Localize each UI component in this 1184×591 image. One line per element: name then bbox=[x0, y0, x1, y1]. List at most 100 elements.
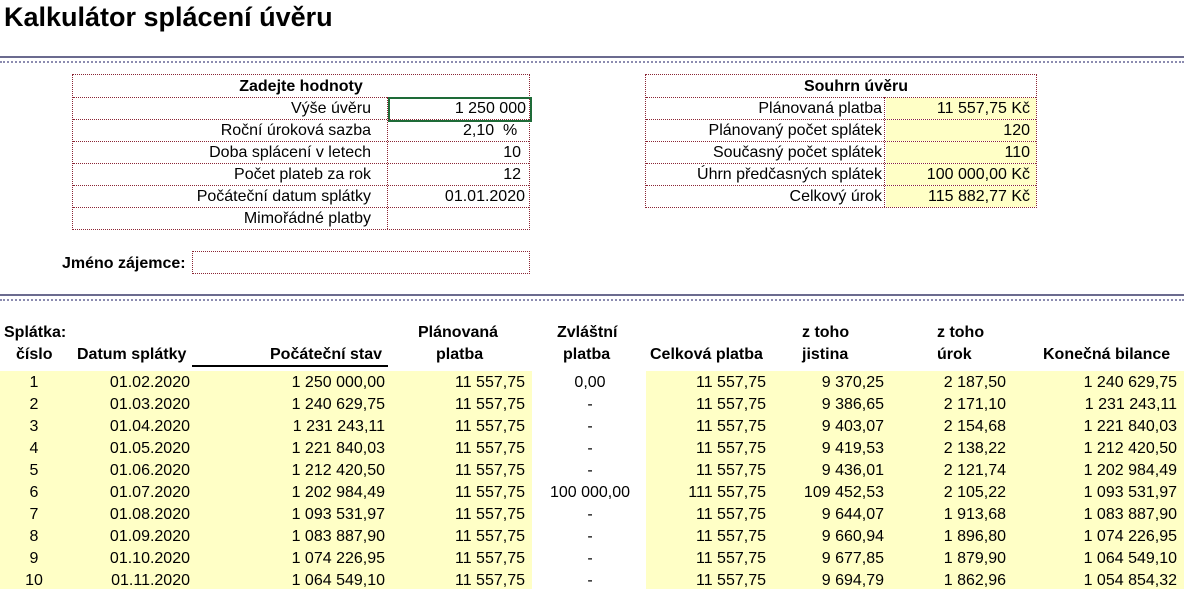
header-underline bbox=[192, 365, 388, 367]
cell-start: 1 221 840,03 bbox=[291, 440, 385, 457]
cell-principal: 9 644,07 bbox=[821, 506, 884, 523]
cell-num: 2 bbox=[29, 396, 39, 413]
cell-principal: 9 694,79 bbox=[821, 572, 884, 589]
cell-interest: 1 862,96 bbox=[943, 572, 1006, 589]
input-label: Roční úroková sazba bbox=[220, 122, 371, 139]
cell-end: 1 212 420,50 bbox=[1083, 440, 1177, 457]
col-header-num-bottom: číslo bbox=[16, 346, 53, 363]
cell-extra: - bbox=[587, 572, 593, 589]
col-header-interest-top: z toho bbox=[937, 324, 985, 341]
cell-interest: 2 105,22 bbox=[943, 484, 1006, 501]
cell-start: 1 074 226,95 bbox=[291, 550, 385, 567]
cell-num: 1 bbox=[29, 374, 39, 391]
summary-label: Současný počet splátek bbox=[713, 144, 882, 161]
input-row-extra: Mimořádné platby bbox=[73, 207, 529, 229]
table-row: 2 01.03.2020 1 240 629,75 11 557,75 - 11 557,… bbox=[0, 393, 1184, 415]
cell-total: 111 557,75 bbox=[688, 484, 766, 501]
cell-date: 01.06.2020 bbox=[109, 462, 190, 479]
cell-principal: 9 677,85 bbox=[821, 550, 884, 567]
cell-num: 10 bbox=[25, 572, 43, 589]
table-row: 1 01.02.2020 1 250 000,00 11 557,75 0,00 11 5… bbox=[0, 371, 1184, 393]
cell-planned: 11 557,75 bbox=[455, 506, 525, 523]
cell-principal: 9 386,65 bbox=[821, 396, 884, 413]
table-row: 4 01.05.2020 1 221 840,03 11 557,75 - 11 557,… bbox=[0, 437, 1184, 459]
cell-principal: 9 436,01 bbox=[821, 462, 884, 479]
cell-date: 01.11.2020 bbox=[111, 572, 190, 589]
cell-interest: 1 913,68 bbox=[943, 506, 1006, 523]
cell-extra: - bbox=[587, 418, 593, 435]
cell-date: 01.02.2020 bbox=[109, 374, 190, 391]
cell-start: 1 202 984,49 bbox=[291, 484, 385, 501]
cell-end: 1 240 629,75 bbox=[1083, 374, 1177, 391]
cell-end: 1 202 984,49 bbox=[1083, 462, 1177, 479]
payments-per-year-input[interactable]: 12 bbox=[389, 164, 521, 185]
col-header-end: Konečná bilance bbox=[1043, 346, 1171, 363]
cell-interest: 2 138,22 bbox=[943, 440, 1006, 457]
customer-name-input[interactable] bbox=[192, 251, 530, 274]
header-rule bbox=[0, 56, 1184, 58]
table-row: 5 01.06.2020 1 212 420,50 11 557,75 - 11 557,… bbox=[0, 459, 1184, 481]
input-label: Výše úvěru bbox=[290, 100, 371, 117]
cell-num: 6 bbox=[29, 484, 39, 501]
summary-label: Plánovaný počet splátek bbox=[708, 122, 882, 139]
input-row-loan: Výše úvěru 1 250 000 bbox=[73, 97, 532, 122]
header-rule-dotted bbox=[0, 61, 1184, 63]
cell-start: 1 231 243,11 bbox=[292, 418, 385, 435]
summary-label: Celkový úrok bbox=[789, 188, 882, 205]
cell-planned: 11 557,75 bbox=[455, 550, 525, 567]
scheduled-payment-value: 11 557,75 Kč bbox=[886, 98, 1036, 119]
cell-planned: 11 557,75 bbox=[455, 374, 525, 391]
table-row: 7 01.08.2020 1 093 531,97 11 557,75 - 11 557,… bbox=[0, 503, 1184, 525]
table-row: 8 01.09.2020 1 083 887,90 11 557,75 - 11 557,… bbox=[0, 525, 1184, 547]
cell-interest: 1 879,90 bbox=[943, 550, 1006, 567]
col-header-principal-bottom: jistina bbox=[802, 346, 849, 363]
cell-extra: - bbox=[587, 528, 593, 545]
cell-total: 11 557,75 bbox=[696, 506, 766, 523]
loan-years-input[interactable]: 10 bbox=[389, 142, 521, 163]
summary-row: Úhrn předčasných splátek 100 000,00 Kč bbox=[646, 163, 1036, 185]
cell-date: 01.03.2020 bbox=[109, 396, 190, 413]
table-row: 9 01.10.2020 1 074 226,95 11 557,75 - 11 557,… bbox=[0, 547, 1184, 569]
inputs-divider bbox=[387, 97, 388, 229]
cell-planned: 11 557,75 bbox=[455, 440, 525, 457]
cell-total: 11 557,75 bbox=[696, 374, 766, 391]
cell-date: 01.10.2020 bbox=[109, 550, 190, 567]
interest-rate-input[interactable]: 2,10 % bbox=[463, 120, 533, 141]
summary-panel: Souhrn úvěru Plánovaná platba 11 557,75 … bbox=[645, 74, 1037, 208]
cell-num: 4 bbox=[29, 440, 39, 457]
cell-interest: 2 154,68 bbox=[943, 418, 1006, 435]
col-header-planned-bottom: platba bbox=[436, 346, 484, 363]
table-row: 6 01.07.2020 1 202 984,49 11 557,75 100 000,… bbox=[0, 481, 1184, 503]
summary-row: Současný počet splátek 110 bbox=[646, 141, 1036, 163]
summary-label: Úhrn předčasných splátek bbox=[697, 166, 882, 183]
cell-end: 1 231 243,11 bbox=[1084, 396, 1177, 413]
customer-label: Jméno zájemce: bbox=[62, 255, 186, 272]
cell-date: 01.05.2020 bbox=[109, 440, 190, 457]
col-header-total: Celková platba bbox=[650, 346, 763, 363]
cell-interest: 2 121,74 bbox=[943, 462, 1006, 479]
cell-extra: 100 000,00 bbox=[549, 484, 631, 501]
cell-start: 1 212 420,50 bbox=[291, 462, 385, 479]
col-header-extra-bottom: platba bbox=[563, 346, 611, 363]
cell-extra: 0,00 bbox=[574, 374, 606, 391]
cell-interest: 2 187,50 bbox=[943, 374, 1006, 391]
section-rule-dotted bbox=[0, 299, 1184, 301]
col-header-principal-top: z toho bbox=[802, 324, 850, 341]
cell-total: 11 557,75 bbox=[696, 396, 766, 413]
input-label: Počáteční datum splátky bbox=[196, 188, 371, 205]
cell-total: 11 557,75 bbox=[696, 572, 766, 589]
start-date-input[interactable]: 01.01.2020 bbox=[389, 186, 525, 207]
input-row-rate: Roční úroková sazba 2,10 % bbox=[73, 119, 529, 141]
cell-planned: 11 557,75 bbox=[455, 418, 525, 435]
cell-interest: 2 171,10 bbox=[943, 396, 1006, 413]
cell-end: 1 093 531,97 bbox=[1083, 484, 1177, 501]
cell-end: 1 221 840,03 bbox=[1083, 418, 1177, 435]
cell-total: 11 557,75 bbox=[696, 462, 766, 479]
summary-label: Plánovaná platba bbox=[758, 100, 882, 117]
cell-start: 1 250 000,00 bbox=[291, 374, 385, 391]
section-rule bbox=[0, 294, 1184, 296]
cell-date: 01.07.2020 bbox=[109, 484, 190, 501]
col-header-interest-bottom: úrok bbox=[937, 346, 972, 363]
cell-end: 1 064 549,10 bbox=[1083, 550, 1177, 567]
summary-row: Plánovaná platba 11 557,75 Kč bbox=[646, 97, 1036, 119]
